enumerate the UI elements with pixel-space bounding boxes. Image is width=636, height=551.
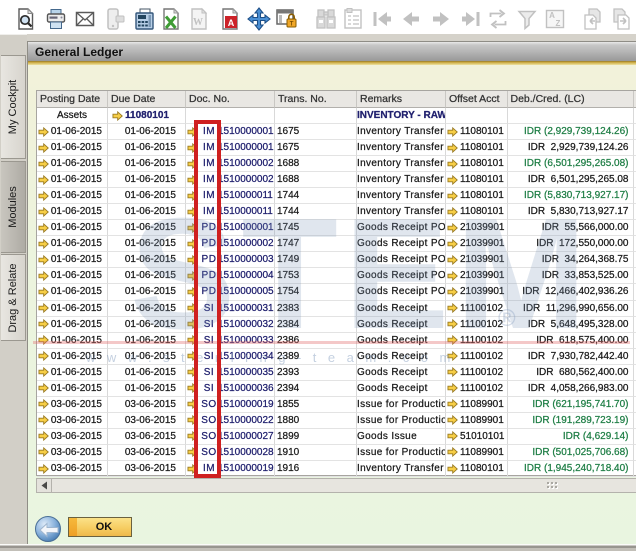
svg-text:Z: Z: [556, 19, 561, 28]
svg-text:A: A: [549, 11, 555, 20]
svg-text:W: W: [193, 17, 203, 28]
svg-text:A: A: [227, 18, 234, 28]
svg-text:T: T: [289, 22, 293, 28]
